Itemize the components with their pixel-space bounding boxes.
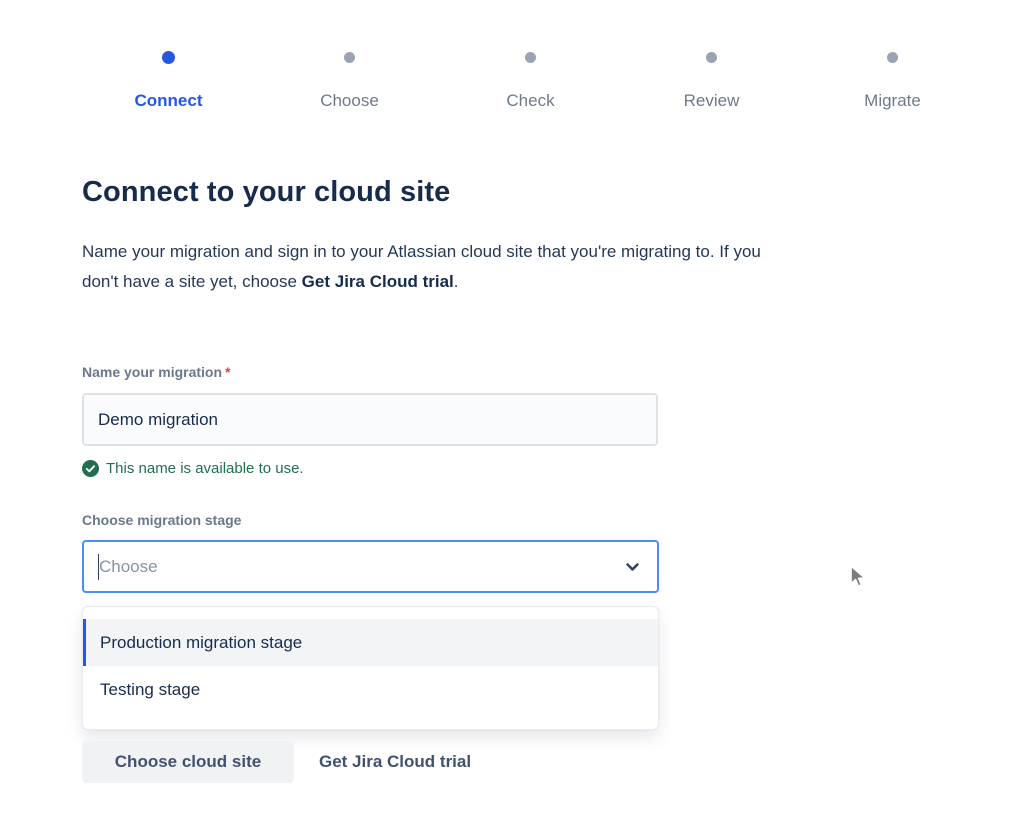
step-dot-icon bbox=[887, 52, 898, 63]
description-line2: don't have a site yet, choose bbox=[82, 272, 302, 291]
migration-stage-select[interactable]: Choose bbox=[82, 540, 659, 593]
page-description: Name your migration and sign in to your … bbox=[82, 237, 761, 297]
option-production-migration-stage[interactable]: Production migration stage bbox=[83, 619, 658, 666]
required-asterisk: * bbox=[225, 364, 230, 380]
step-dot-icon bbox=[706, 52, 717, 63]
page-title: Connect to your cloud site bbox=[82, 176, 450, 209]
choose-cloud-site-button[interactable]: Choose cloud site bbox=[82, 741, 294, 783]
step-dot-icon bbox=[525, 52, 536, 63]
chevron-down-icon[interactable] bbox=[624, 558, 641, 575]
step-migrate[interactable]: Migrate bbox=[802, 51, 983, 111]
step-dot-icon bbox=[344, 52, 355, 63]
mouse-cursor-icon bbox=[845, 563, 871, 591]
step-label: Check bbox=[506, 90, 554, 111]
option-label: Testing stage bbox=[100, 680, 200, 700]
name-availability-text: This name is available to use. bbox=[106, 459, 304, 478]
migration-stage-dropdown-menu: Production migration stage Testing stage bbox=[82, 606, 659, 730]
migration-name-label: Name your migration* bbox=[82, 363, 230, 381]
description-line1: Name your migration and sign in to your … bbox=[82, 242, 761, 261]
step-check[interactable]: Check bbox=[440, 51, 621, 111]
step-review[interactable]: Review bbox=[621, 51, 802, 111]
migration-name-label-text: Name your migration bbox=[82, 364, 222, 380]
option-label: Production migration stage bbox=[100, 633, 302, 653]
description-bold-trial: Get Jira Cloud trial bbox=[302, 272, 454, 291]
migration-wizard-screen: Connect Choose Check Review Migrate Conn… bbox=[0, 0, 1026, 830]
migration-name-input[interactable] bbox=[82, 393, 658, 446]
step-choose[interactable]: Choose bbox=[259, 51, 440, 111]
step-connect[interactable]: Connect bbox=[78, 51, 259, 111]
migration-stage-label: Choose migration stage bbox=[82, 511, 241, 529]
action-buttons-row: Choose cloud site Get Jira Cloud trial bbox=[82, 741, 471, 783]
step-label: Migrate bbox=[864, 90, 921, 111]
step-dot-active-icon bbox=[162, 51, 175, 64]
get-jira-cloud-trial-button[interactable]: Get Jira Cloud trial bbox=[319, 741, 471, 783]
wizard-stepper: Connect Choose Check Review Migrate bbox=[78, 51, 983, 111]
name-availability-status: This name is available to use. bbox=[82, 459, 304, 478]
select-placeholder: Choose bbox=[99, 557, 158, 577]
step-label: Choose bbox=[320, 90, 379, 111]
migration-stage-label-text: Choose migration stage bbox=[82, 512, 241, 528]
description-period: . bbox=[454, 272, 459, 291]
check-circle-icon bbox=[82, 460, 99, 477]
step-label: Connect bbox=[135, 90, 203, 111]
option-testing-stage[interactable]: Testing stage bbox=[83, 666, 658, 713]
option-highlight-bar bbox=[83, 619, 86, 666]
step-label: Review bbox=[684, 90, 740, 111]
